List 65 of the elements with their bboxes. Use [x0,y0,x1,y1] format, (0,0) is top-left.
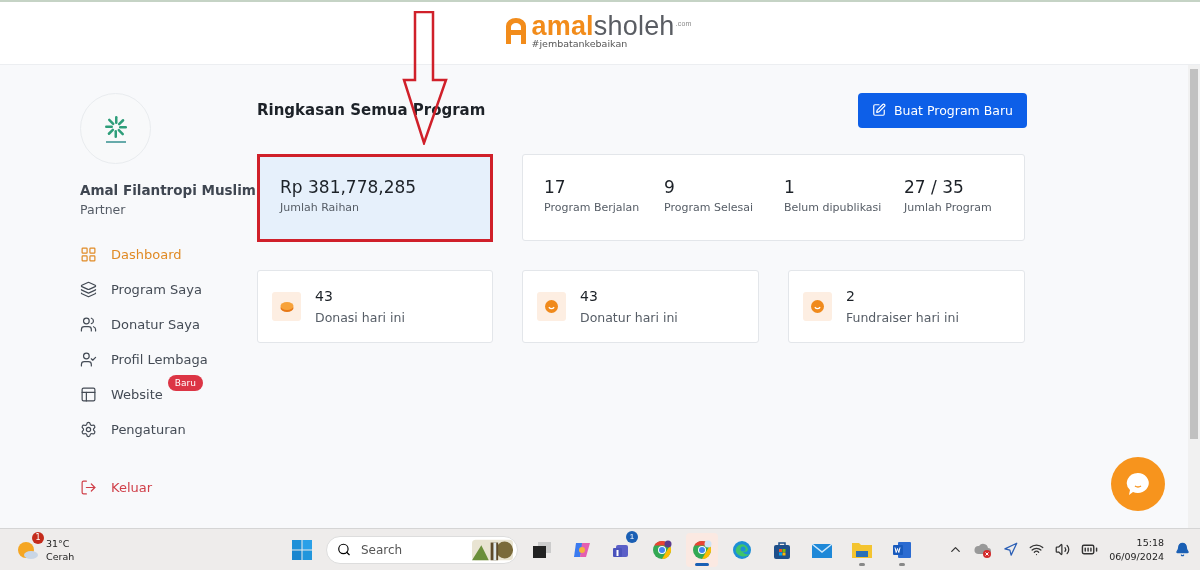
search-icon [337,542,351,557]
clock[interactable]: 15:18 06/09/2024 [1109,535,1164,564]
user-check-icon [80,350,97,368]
windows-stack-icon [532,540,552,559]
shopping-bag-icon [772,539,792,560]
stat-value: 43 [315,288,334,304]
notification-bell-icon[interactable] [1175,542,1190,557]
word-icon [892,539,912,560]
chrome-icon [652,539,672,560]
logout-icon [80,478,97,496]
sidebar-item[interactable]: Donatur Saya [80,313,200,335]
volume-icon[interactable] [1055,542,1071,557]
chat-bubble-icon [1125,471,1151,497]
stat-value: 1 [784,177,796,197]
stat-value: Rp 381,778,285 [280,177,418,197]
stat-value: 43 [580,288,599,304]
weather-condition: Cerah [46,549,75,563]
stat-value: 9 [664,177,676,197]
coin-icon [279,300,294,313]
stat-value: 2 [846,288,856,304]
grid-icon [80,245,97,263]
stat-value: 27 / 35 [904,177,965,197]
stat-label: Donatur hari ini [580,310,678,325]
stat-label: Program Selesai [664,201,754,214]
new-badge: Baru [167,375,203,391]
search-bar[interactable]: Search [326,535,518,564]
temperature: 31°C [46,536,71,550]
envelope-icon [811,540,833,559]
scrollbar[interactable] [1188,65,1200,528]
organization-logo-icon [102,113,129,144]
organization-name: Amal Filantropi Muslim [80,182,257,198]
cloud-error-icon[interactable] [974,541,993,558]
edit-icon [871,103,886,117]
users-icon [80,315,97,333]
smiley-icon [545,300,558,313]
stat-label: Jumlah Program [904,201,993,214]
logo-tagline: #jembatankebaikan [531,38,629,49]
logout-link[interactable]: Keluar [80,476,153,498]
layers-icon [80,280,97,298]
stat-label: Program Berjalan [544,201,641,214]
organization-role: Partner [80,202,127,217]
smiley-icon [811,300,824,313]
sidebar-item[interactable]: Profil Lembaga [80,348,208,370]
sidebar-item[interactable]: Website [80,383,163,405]
logo-icon [504,16,529,46]
sidebar-item[interactable]: Program Saya [80,278,202,300]
windows-icon [292,539,312,560]
chrome-icon [692,539,712,560]
folder-icon [851,540,873,559]
layout-icon [80,385,97,403]
stat-label: Donasi hari ini [315,310,405,325]
stat-label: Jumlah Raihan [280,201,361,214]
new-program-button[interactable]: Buat Program Baru [857,92,1027,128]
notification-badge: 1 [626,530,638,543]
edge-icon [732,539,752,560]
stat-label: Belum dipublikasi [784,201,883,214]
search-input[interactable]: Search [359,541,464,558]
notification-badge: 1 [32,531,44,544]
settings-icon [80,420,97,438]
taskbar-app-button[interactable]: 1 [606,532,638,567]
wifi-icon[interactable] [1029,542,1045,557]
stat-value: 17 [544,177,567,197]
location-icon[interactable] [1003,542,1019,557]
stat-label: Fundraiser hari ini [846,310,959,325]
sidebar-item[interactable]: Pengaturan [80,418,186,440]
